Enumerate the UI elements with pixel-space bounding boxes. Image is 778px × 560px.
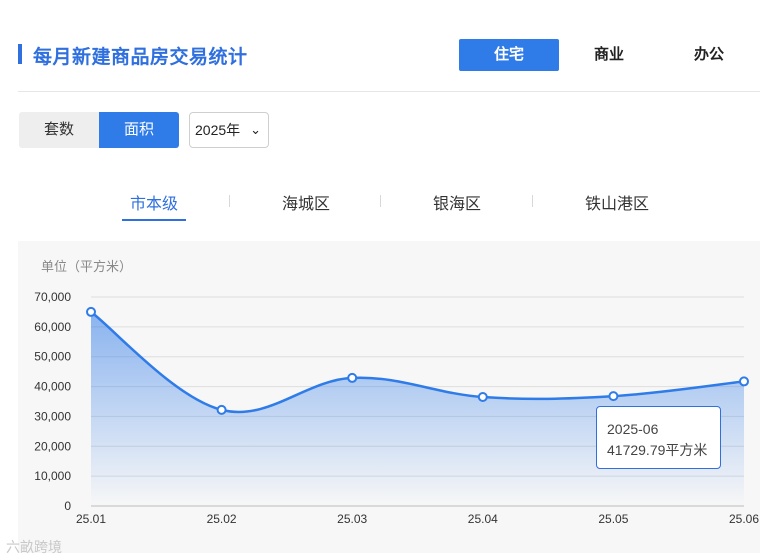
x-tick-label: 25.02 [207, 512, 237, 526]
data-point[interactable] [347, 372, 358, 383]
x-tick-label: 25.01 [76, 512, 106, 526]
x-tick-label: 25.05 [598, 512, 628, 526]
data-point[interactable] [739, 376, 749, 387]
y-tick-label: 60,000 [34, 320, 71, 334]
data-point[interactable] [477, 392, 488, 403]
data-point[interactable] [216, 404, 227, 415]
y-tick-label: 40,000 [34, 380, 71, 394]
y-tick-label: 10,000 [34, 469, 71, 483]
y-tick-label: 0 [64, 499, 71, 513]
x-tick-label: 25.06 [729, 512, 759, 526]
y-tick-label: 20,000 [34, 439, 71, 453]
x-tick-label: 25.03 [337, 512, 367, 526]
tooltip-value: 41729.79平方米 [607, 442, 708, 458]
y-tick-label: 50,000 [34, 350, 71, 364]
data-point[interactable] [608, 391, 619, 402]
watermark: 六畝跨境 [6, 539, 62, 555]
tooltip-period: 2025-06 [607, 421, 659, 437]
y-tick-label: 70,000 [34, 290, 71, 304]
data-point[interactable] [86, 306, 96, 317]
y-tick-label: 30,000 [34, 409, 71, 423]
chart-tooltip: 2025-06 41729.79平方米 [596, 406, 721, 469]
area-chart: 0 10,000 20,000 30,000 40,000 50,000 60,000 70,… [34, 290, 759, 526]
x-tick-label: 25.04 [468, 512, 498, 526]
